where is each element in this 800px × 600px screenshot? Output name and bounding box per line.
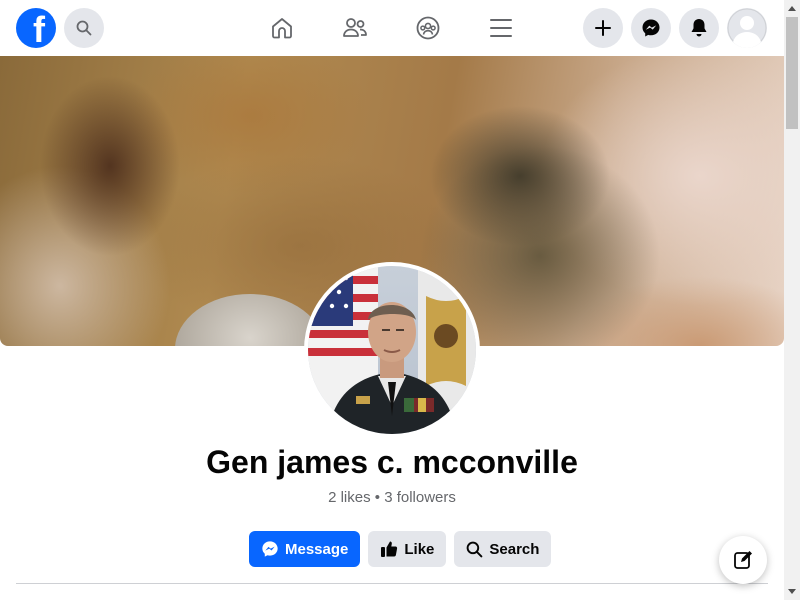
bell-icon (691, 19, 707, 37)
scrollbar-thumb[interactable] (786, 17, 798, 129)
groups-icon (416, 16, 440, 40)
hamburger-menu-icon (490, 19, 512, 37)
search-icon (467, 541, 483, 557)
profile-picture-frame[interactable] (304, 262, 480, 438)
facebook-logo-letter: f (33, 9, 45, 48)
profile-portrait-icon (308, 266, 476, 434)
cover-photo-detail (175, 294, 325, 346)
messenger-icon (262, 541, 278, 557)
message-button-label: Message (285, 540, 349, 558)
search-icon (76, 20, 92, 36)
create-button[interactable] (583, 8, 623, 48)
messenger-icon (642, 19, 660, 37)
new-message-button[interactable] (719, 536, 767, 584)
section-divider (16, 583, 768, 584)
profile-picture (308, 266, 476, 434)
scroll-up-icon (788, 6, 796, 11)
scroll-up-arrow[interactable] (784, 0, 800, 17)
search-button[interactable] (64, 8, 104, 48)
thumbs-up-icon (381, 541, 398, 557)
nav-groups-tab[interactable] (408, 8, 448, 48)
scroll-down-icon (788, 589, 796, 594)
facebook-logo-icon[interactable]: f (16, 8, 56, 48)
like-button-label: Like (404, 540, 435, 558)
notifications-button[interactable] (679, 8, 719, 48)
page-title: Gen james c. mcconville (206, 444, 578, 480)
compose-icon (734, 551, 752, 569)
messenger-button[interactable] (631, 8, 671, 48)
like-button[interactable]: Like (368, 531, 447, 567)
account-button[interactable] (727, 8, 767, 48)
message-button[interactable]: Message (249, 531, 361, 567)
friends-icon (343, 18, 367, 37)
profile-actions: Message Like Search (249, 531, 552, 567)
avatar-icon (727, 8, 767, 48)
likes-followers-count[interactable]: 2 likes • 3 followers (0, 489, 784, 506)
top-navigation-bar: f (0, 0, 784, 56)
scroll-down-arrow[interactable] (784, 583, 800, 600)
nav-friends-tab[interactable] (335, 8, 375, 48)
page: f Gen james c. mcconville 2 likes • 3 fo… (0, 0, 800, 600)
nav-home-tab[interactable] (262, 8, 302, 48)
plus-icon (595, 20, 611, 36)
search-button-label: Search (489, 540, 540, 558)
home-icon (272, 18, 292, 39)
nav-menu-tab[interactable] (481, 8, 521, 48)
search-profile-button[interactable]: Search (454, 531, 552, 567)
